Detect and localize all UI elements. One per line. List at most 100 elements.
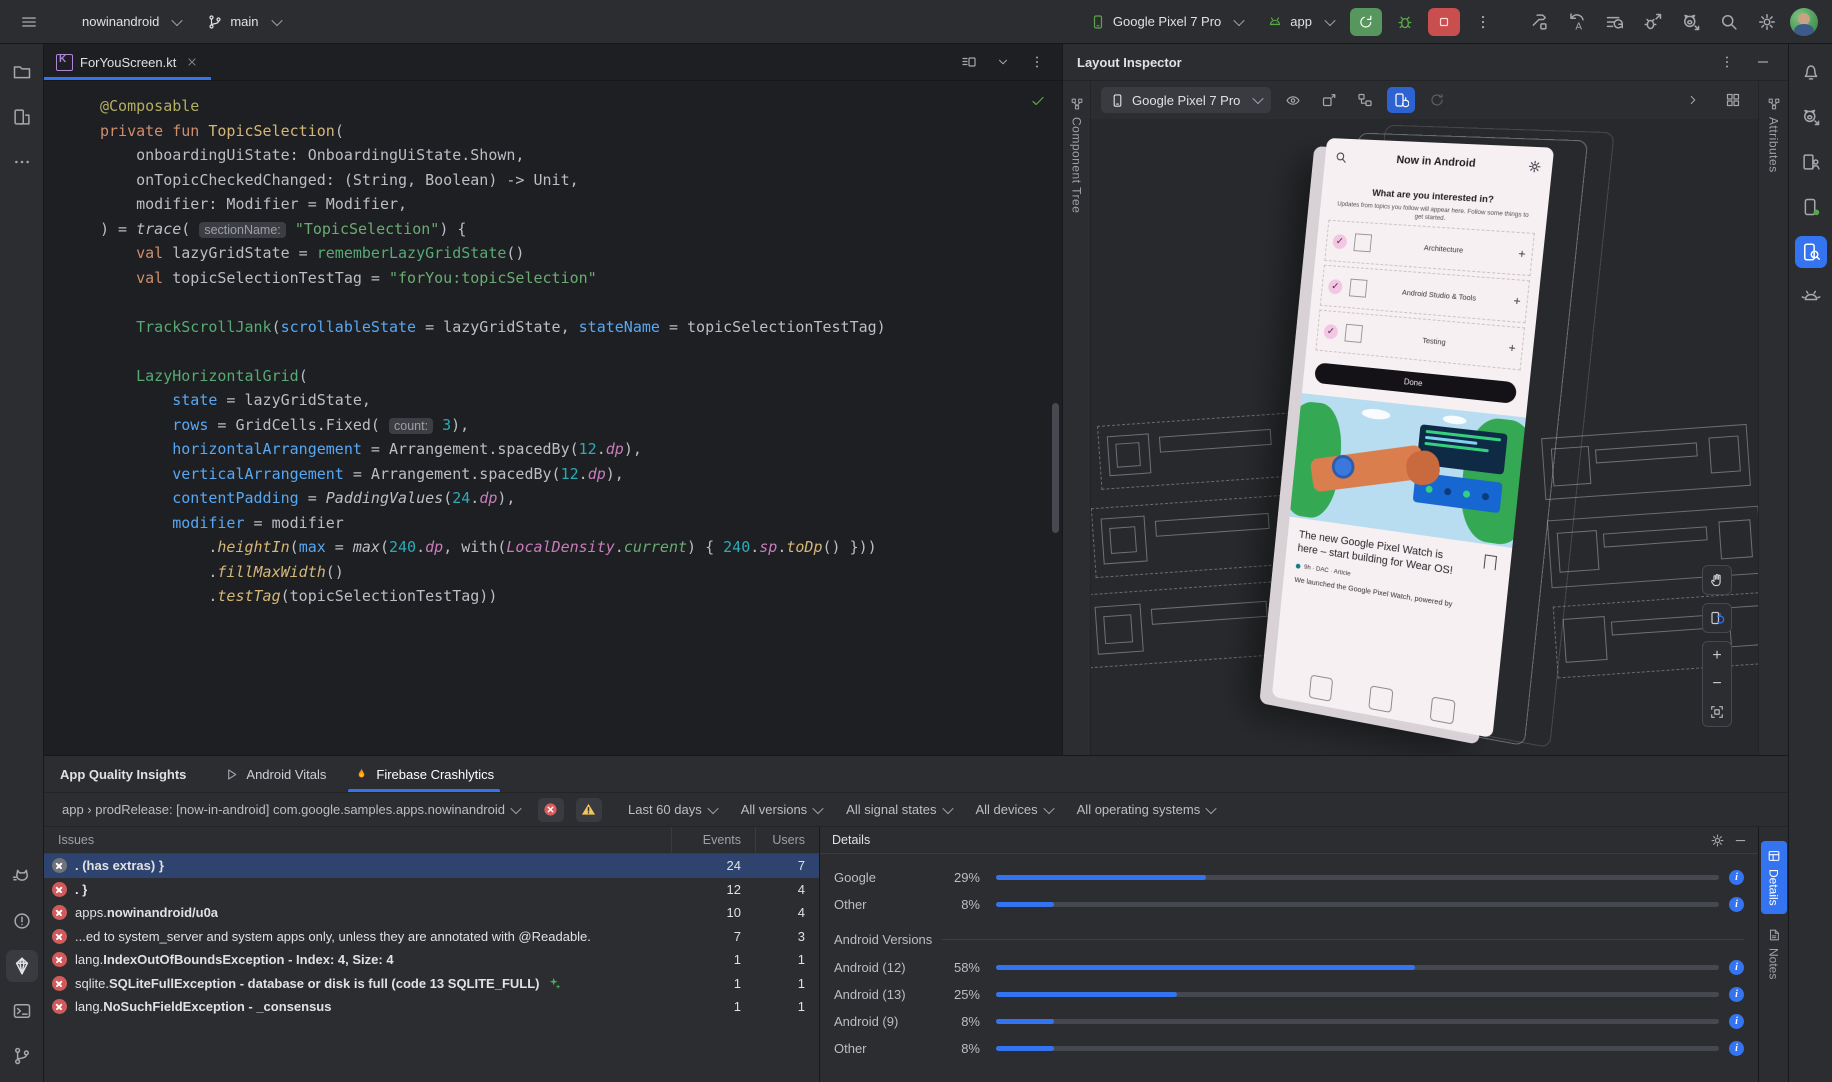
problems-tool-button[interactable]: [6, 905, 38, 937]
attributes-tab[interactable]: Attributes: [1767, 91, 1781, 179]
issue-title: apps.nowinandroid/u0a: [75, 905, 219, 921]
more-tool-windows-button[interactable]: [6, 146, 38, 178]
running-devices-tool-button[interactable]: [1795, 191, 1827, 223]
component-grid-button[interactable]: [1718, 85, 1748, 115]
info-icon[interactable]: i: [1729, 987, 1744, 1002]
issue-row[interactable]: lang.NoSuchFieldException - _consensus 1 1: [44, 995, 819, 1019]
zoom-in-button[interactable]: +: [1703, 642, 1731, 670]
layout-inspector-tool-button[interactable]: [1794, 236, 1827, 268]
filter-dropdown[interactable]: All versions: [741, 802, 824, 817]
expand-toolbar-button[interactable]: [1678, 85, 1708, 115]
live-updates-button[interactable]: [1387, 87, 1416, 113]
device-manager-tool-button[interactable]: [6, 101, 38, 133]
zoom-fit-button[interactable]: [1703, 698, 1731, 726]
users-header-label[interactable]: Users: [755, 827, 819, 853]
rerun-button[interactable]: [1350, 7, 1382, 36]
code-area[interactable]: @Composable private fun TopicSelection( o…: [44, 81, 1062, 609]
running-list-button[interactable]: [1600, 7, 1630, 37]
hide-inspector-button[interactable]: [1748, 47, 1778, 77]
tab-list-dropdown-button[interactable]: [988, 47, 1018, 77]
gear-icon[interactable]: [1710, 833, 1725, 848]
reset-3d-view-button[interactable]: [1702, 603, 1732, 633]
layer-spacing-button[interactable]: [1351, 87, 1379, 113]
search-icon: [1719, 12, 1739, 32]
user-avatar[interactable]: [1790, 7, 1818, 36]
main-menu-button[interactable]: [14, 7, 44, 37]
tab-details-vertical[interactable]: Details: [1760, 841, 1787, 914]
tab-firebase-crashlytics[interactable]: Firebase Crashlytics: [342, 756, 506, 792]
ai-sparkle-icon[interactable]: [548, 976, 562, 990]
more-actions-button[interactable]: [1468, 7, 1498, 37]
info-icon[interactable]: i: [1729, 1014, 1744, 1029]
stop-button[interactable]: [1428, 7, 1460, 36]
info-icon[interactable]: i: [1729, 960, 1744, 975]
info-icon[interactable]: i: [1729, 870, 1744, 885]
issue-row[interactable]: . (has extras) } 24 7: [44, 854, 819, 878]
settings-button[interactable]: [1752, 7, 1782, 37]
nonfatal-filter-toggle[interactable]: [575, 797, 602, 822]
snapshot-export-button[interactable]: [1315, 87, 1343, 113]
app-quality-insights-tool-button[interactable]: [5, 950, 38, 982]
notifications-button[interactable]: [1795, 56, 1827, 88]
layout-inspector-panel: Layout Inspector Component Tree Google P…: [1062, 44, 1788, 755]
issues-header-label[interactable]: Issues: [44, 833, 671, 847]
issue-row[interactable]: ...ed to system_server and system apps o…: [44, 925, 819, 949]
minimize-icon[interactable]: [1733, 833, 1748, 848]
package-selector[interactable]: app › prodRelease: [now-in-android] com.…: [56, 799, 526, 820]
inspections-ok-icon[interactable]: [1030, 93, 1046, 109]
details-bar-row: Other 8% i: [834, 1035, 1744, 1062]
component-tree-tab[interactable]: Component Tree: [1070, 91, 1084, 219]
tab-notes-vertical[interactable]: Notes: [1761, 920, 1787, 987]
emulator-tool-button[interactable]: [1795, 281, 1827, 313]
pan-mode-button[interactable]: [1702, 565, 1732, 595]
build-button[interactable]: [1524, 7, 1554, 37]
refresh-button[interactable]: [1423, 87, 1451, 113]
cloud: [1361, 407, 1391, 421]
issue-row[interactable]: apps.nowinandroid/u0a 10 4: [44, 901, 819, 925]
view-options-button[interactable]: [1279, 87, 1307, 113]
terminal-tool-button[interactable]: [6, 995, 38, 1027]
editor-options-button[interactable]: [1022, 47, 1052, 77]
attach-debugger-button[interactable]: [1638, 7, 1668, 37]
editor-viewport[interactable]: @Composable private fun TopicSelection( o…: [44, 81, 1062, 755]
events-header-label[interactable]: Events: [671, 827, 755, 853]
inspector-3d-viewport[interactable]: Now in Android What are you interested i…: [1091, 119, 1758, 755]
filter-dropdown[interactable]: All signal states: [846, 802, 954, 817]
details-panel: Details Google 29% i Other 8% i Android Versio…: [820, 827, 1758, 1082]
editor-tab-foryouscreen[interactable]: ForYouScreen.kt: [44, 44, 212, 80]
issue-row[interactable]: sqlite.SQLiteFullException - database or…: [44, 972, 819, 996]
bar-track: [996, 965, 1719, 970]
device-selector[interactable]: Google Pixel 7 Pro: [1082, 7, 1251, 37]
branch-selector[interactable]: main: [199, 7, 288, 37]
search-everywhere-button[interactable]: [1714, 7, 1744, 37]
issue-row[interactable]: . } 12 4: [44, 878, 819, 902]
version-control-tool-button[interactable]: [6, 1040, 38, 1072]
phone-magnifier-icon: [1801, 242, 1821, 262]
project-selector[interactable]: nowinandroid: [74, 7, 189, 37]
debug-button[interactable]: [1390, 8, 1420, 36]
info-icon[interactable]: i: [1729, 897, 1744, 912]
editor-scrollbar[interactable]: [1052, 403, 1059, 533]
inspector-options-button[interactable]: [1712, 47, 1742, 77]
run-config-selector[interactable]: app: [1259, 7, 1342, 37]
fatal-filter-toggle[interactable]: [537, 797, 564, 822]
close-tab-icon[interactable]: [185, 55, 199, 69]
filter-dropdown[interactable]: Last 60 days: [628, 802, 719, 817]
filter-dropdown[interactable]: All operating systems: [1077, 802, 1217, 817]
tab-android-vitals[interactable]: Android Vitals: [212, 756, 338, 792]
project-tool-button[interactable]: [6, 56, 38, 88]
profiler-tool-button[interactable]: [1795, 101, 1827, 133]
inspector-device-name: Google Pixel 7 Pro: [1132, 92, 1241, 108]
info-icon[interactable]: i: [1729, 1041, 1744, 1056]
sync-project-button[interactable]: [1562, 7, 1592, 37]
zoom-out-button[interactable]: −: [1703, 670, 1731, 698]
split-editor-button[interactable]: [954, 47, 984, 77]
logcat-tool-button[interactable]: [6, 860, 38, 892]
profiler-button[interactable]: [1676, 7, 1706, 37]
chevron-down-icon: [510, 802, 522, 814]
issue-row[interactable]: lang.IndexOutOfBoundsException - Index: …: [44, 948, 819, 972]
inspector-device-selector[interactable]: Google Pixel 7 Pro: [1101, 87, 1272, 113]
topic-label: Architecture: [1423, 242, 1464, 255]
device-explorer-tool-button[interactable]: [1795, 146, 1827, 178]
filter-dropdown[interactable]: All devices: [976, 802, 1055, 817]
